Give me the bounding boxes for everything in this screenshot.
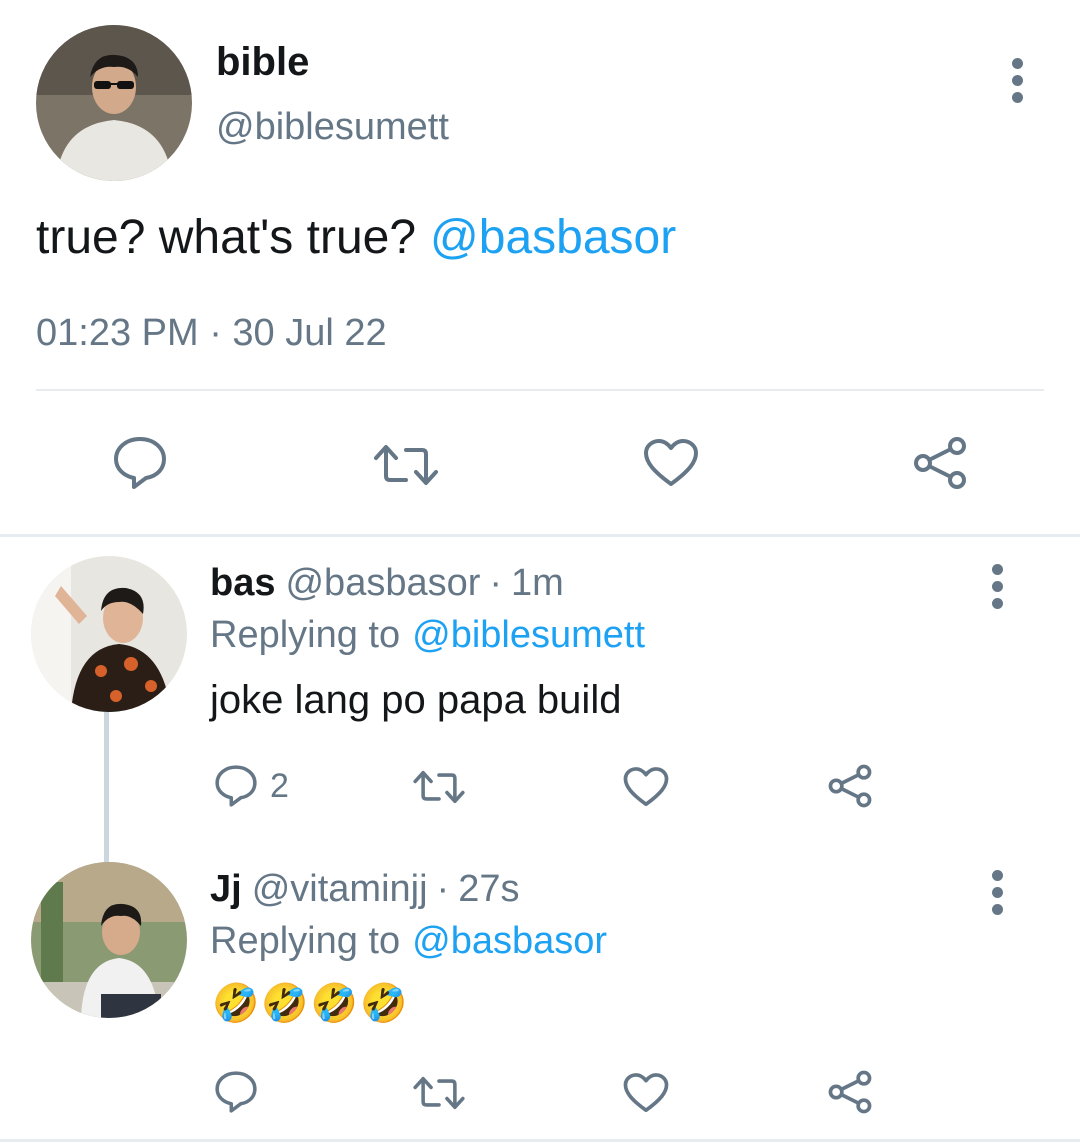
replying-to: Replying to @basbasor xyxy=(210,920,607,963)
separator: · xyxy=(489,562,503,604)
mention-link[interactable]: @basbasor xyxy=(430,210,676,265)
more-vertical-icon[interactable] xyxy=(990,870,1004,921)
avatar-bas[interactable] xyxy=(31,556,187,712)
reply-text: joke lang po papa build xyxy=(210,678,622,722)
avatar-jj[interactable] xyxy=(31,862,187,1018)
replying-to-link[interactable]: @basbasor xyxy=(412,920,607,963)
reply-display-name[interactable]: bas xyxy=(210,562,275,605)
reply-time: 27s xyxy=(458,868,520,910)
retweet-icon[interactable] xyxy=(412,768,466,806)
replying-label: Replying to xyxy=(210,920,401,962)
section-divider xyxy=(0,534,1080,537)
reply-text: 🤣🤣🤣🤣 xyxy=(212,983,410,1025)
timestamp: 01:23 PM · 30 Jul 22 xyxy=(36,312,387,354)
display-name[interactable]: bible xyxy=(216,40,309,85)
replying-to: Replying to @biblesumett xyxy=(210,614,645,657)
reply-icon[interactable] xyxy=(214,764,258,808)
tweet-body: true? what's true? xyxy=(36,211,417,264)
reply-handle[interactable]: @basbasor xyxy=(285,562,480,605)
like-icon[interactable] xyxy=(623,766,669,808)
bottom-divider xyxy=(0,1139,1080,1142)
share-icon[interactable] xyxy=(827,1070,873,1114)
reply-time: 1m xyxy=(511,562,564,604)
more-vertical-icon[interactable] xyxy=(1010,58,1024,109)
reply-header: Jj @vitaminjj · 27s xyxy=(210,868,519,911)
divider xyxy=(36,389,1044,391)
reply-icon[interactable] xyxy=(112,436,168,490)
replying-label: Replying to xyxy=(210,614,401,656)
reply-handle[interactable]: @vitaminjj xyxy=(252,868,428,911)
handle[interactable]: @biblesumett xyxy=(216,106,449,149)
reply-icon[interactable] xyxy=(214,1070,258,1114)
more-vertical-icon[interactable] xyxy=(990,564,1004,615)
reply-count: 2 xyxy=(270,766,289,805)
reply-header: bas @basbasor · 1m xyxy=(210,562,564,605)
like-icon[interactable] xyxy=(643,438,699,488)
retweet-icon[interactable] xyxy=(372,442,440,488)
thread-line xyxy=(104,710,109,862)
share-icon[interactable] xyxy=(912,436,968,490)
separator: · xyxy=(436,868,450,910)
reply-action[interactable]: 2 xyxy=(214,764,289,808)
tweet-text: true? what's true? @basbasor xyxy=(36,210,676,265)
reply-display-name[interactable]: Jj xyxy=(210,868,242,911)
avatar-bible[interactable] xyxy=(36,25,192,181)
retweet-icon[interactable] xyxy=(412,1074,466,1112)
share-icon[interactable] xyxy=(827,764,873,808)
replying-to-link[interactable]: @biblesumett xyxy=(412,614,645,657)
like-icon[interactable] xyxy=(623,1072,669,1114)
